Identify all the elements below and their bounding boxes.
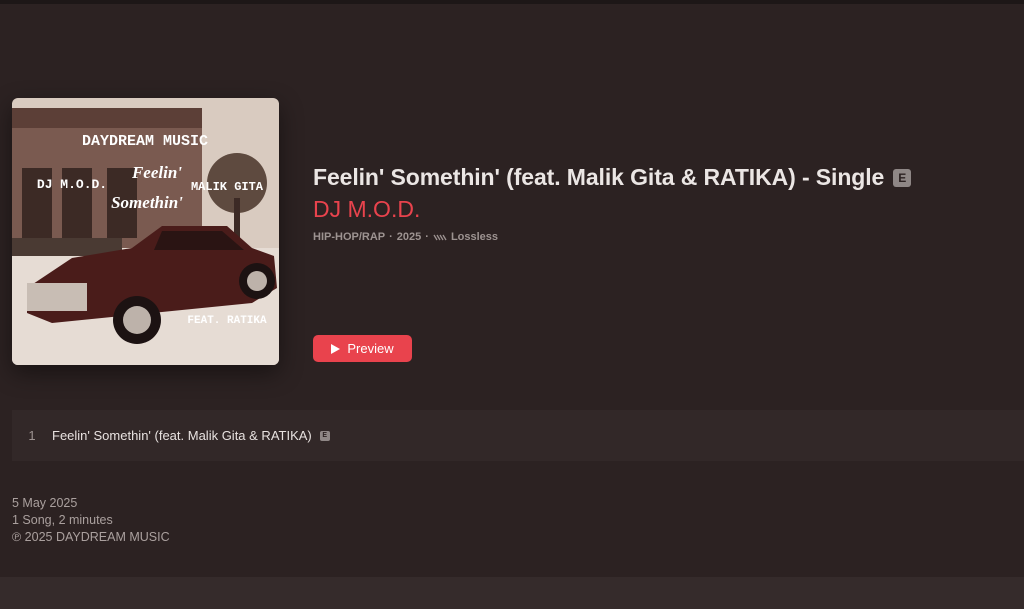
preview-button[interactable]: Preview (313, 335, 412, 362)
release-date: 5 May 2025 (12, 496, 78, 510)
artwork-title-line2: Somethin' (111, 193, 183, 212)
window-top-bar (0, 0, 1024, 4)
album-title-row: Feelin' Somethin' (feat. Malik Gita & RA… (313, 164, 912, 191)
artwork-feat-text: FEAT. RATIKA (187, 315, 267, 327)
album-title: Feelin' Somethin' (feat. Malik Gita & RA… (313, 164, 885, 190)
track-title: Feelin' Somethin' (feat. Malik Gita & RA… (52, 428, 312, 443)
meta-separator: · (425, 231, 429, 243)
song-summary: 1 Song, 2 minutes (12, 513, 113, 527)
track-number: 1 (28, 428, 36, 443)
year-label: 2025 (396, 231, 422, 243)
album-artwork[interactable]: DAYDREAM MUSIC DJ M.O.D. Feelin' Somethi… (12, 98, 279, 365)
explicit-badge: E (893, 168, 912, 187)
artist-link[interactable]: DJ M.O.D. (313, 196, 420, 223)
artwork-feature-text: MALIK GITA (191, 180, 264, 194)
play-icon (331, 343, 341, 354)
bottom-bar (0, 577, 1024, 609)
album-footer: 5 May 2025 1 Song, 2 minutes ℗ 2025 DAYD… (12, 495, 170, 546)
genre-label: HIP-HOP/RAP (313, 231, 386, 243)
album-meta: HIP-HOP/RAP · 2025 · Lossless (313, 231, 498, 243)
quality-label: Lossless (450, 231, 499, 243)
artwork-label-text: DAYDREAM MUSIC (82, 133, 208, 150)
copyright: ℗ 2025 DAYDREAM MUSIC (12, 530, 170, 544)
artwork-title-line1: Feelin' (131, 163, 182, 182)
track-row[interactable]: 1 Feelin' Somethin' (feat. Malik Gita & … (12, 410, 1024, 461)
artwork-artist-text: DJ M.O.D. (37, 177, 107, 192)
meta-separator: · (389, 231, 393, 243)
preview-label: Preview (347, 341, 394, 356)
lossless-icon (433, 234, 447, 240)
track-explicit-badge: E (319, 430, 330, 441)
